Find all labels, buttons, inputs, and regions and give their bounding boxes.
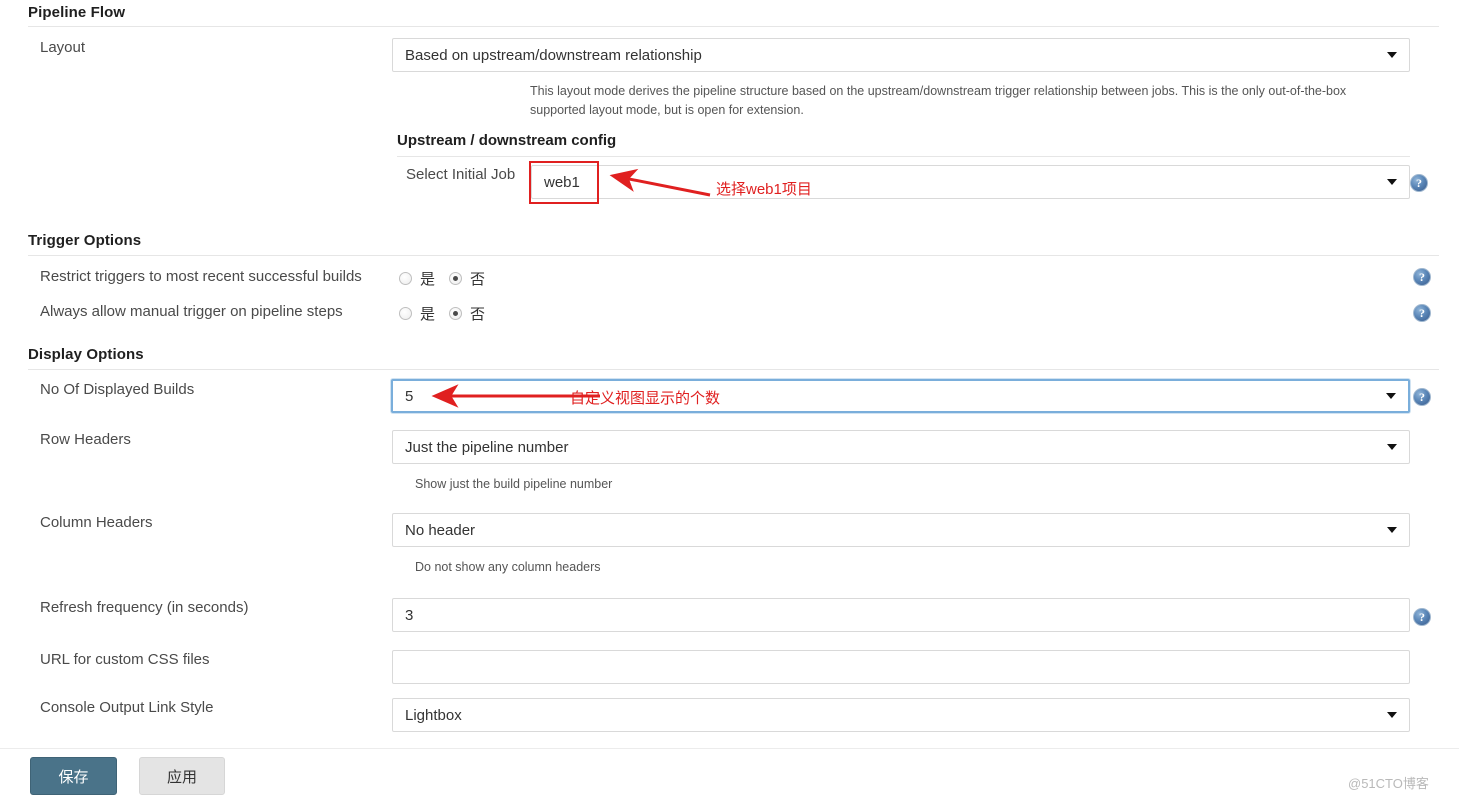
no-of-displayed-builds-value: 5 (405, 387, 414, 405)
chevron-down-icon (1387, 444, 1397, 450)
console-output-link-style-select[interactable]: Lightbox (392, 698, 1410, 732)
no-of-displayed-builds-select[interactable]: 5 (391, 379, 1410, 413)
layout-select-value: Based on upstream/downstream relationshi… (405, 46, 702, 64)
save-button[interactable]: 保存 (30, 757, 117, 795)
section-heading-pipeline-flow: Pipeline Flow (28, 4, 126, 21)
column-headers-select[interactable]: No header (392, 513, 1410, 547)
label-column-headers: Column Headers (40, 514, 153, 531)
row-headers-select[interactable]: Just the pipeline number (392, 430, 1410, 464)
divider-pipeline-flow (28, 26, 1439, 27)
radio-restrict-triggers-yes[interactable] (399, 272, 412, 285)
label-restrict-triggers: Restrict triggers to most recent success… (40, 268, 362, 285)
chevron-down-icon (1387, 527, 1397, 533)
row-headers-hint: Show just the build pipeline number (415, 477, 613, 491)
console-output-link-style-value: Lightbox (405, 706, 462, 724)
section-heading-trigger-options: Trigger Options (28, 232, 142, 249)
radio-label-restrict-triggers-yes: 是 (420, 271, 436, 288)
radio-label-restrict-triggers-no: 否 (470, 271, 486, 288)
radio-group-always-allow-manual[interactable]: 是 否 (399, 303, 485, 324)
radio-restrict-triggers-no[interactable] (449, 272, 463, 285)
column-headers-hint: Do not show any column headers (415, 560, 601, 574)
chevron-down-icon (1387, 179, 1397, 185)
refresh-frequency-input[interactable]: 3 (392, 598, 1410, 632)
layout-hint: This layout mode derives the pipeline st… (530, 84, 1350, 117)
label-select-initial-job: Select Initial Job (406, 166, 516, 183)
radio-label-always-allow-manual-yes: 是 (420, 306, 436, 323)
help-icon-always-allow-manual[interactable]: ? (1413, 304, 1431, 322)
select-initial-job-select[interactable]: web1 (531, 165, 1410, 199)
column-headers-value: No header (405, 521, 476, 539)
upstream-downstream-config-heading: Upstream / downstream config (397, 132, 617, 149)
divider-display-options (28, 369, 1439, 370)
radio-always-allow-manual-no[interactable] (449, 307, 463, 320)
chevron-down-icon (1387, 712, 1397, 718)
help-icon-refresh-frequency[interactable]: ? (1413, 608, 1431, 626)
divider-upstream-config (397, 156, 1410, 157)
label-row-headers: Row Headers (40, 431, 131, 448)
row-headers-value: Just the pipeline number (405, 438, 569, 456)
select-initial-job-value: web1 (544, 173, 580, 191)
refresh-frequency-value: 3 (405, 606, 414, 624)
layout-select[interactable]: Based on upstream/downstream relationshi… (392, 38, 1410, 72)
radio-group-restrict-triggers[interactable]: 是 否 (399, 268, 485, 289)
annotation-text-displayed-builds: 自定义视图显示的个数 (570, 390, 721, 407)
help-icon-select-initial-job[interactable]: ? (1410, 174, 1428, 192)
custom-css-url-input[interactable] (392, 650, 1410, 684)
label-custom-css-url: URL for custom CSS files (40, 651, 210, 668)
annotation-text-select-initial-job: 选择web1项目 (716, 181, 812, 198)
label-refresh-frequency: Refresh frequency (in seconds) (40, 599, 249, 616)
apply-button[interactable]: 应用 (139, 757, 225, 795)
section-heading-display-options: Display Options (28, 346, 144, 363)
chevron-down-icon (1386, 393, 1396, 399)
radio-always-allow-manual-yes[interactable] (399, 307, 412, 320)
help-icon-restrict-triggers[interactable]: ? (1413, 268, 1431, 286)
label-layout: Layout (40, 39, 86, 56)
help-icon-no-of-displayed-builds[interactable]: ? (1413, 388, 1431, 406)
label-no-of-displayed-builds: No Of Displayed Builds (40, 381, 195, 398)
divider-trigger-options (28, 255, 1439, 256)
label-console-output-link-style: Console Output Link Style (40, 699, 214, 716)
pipeline-view-config-page: Pipeline Flow Layout Based on upstream/d… (0, 0, 1459, 806)
divider-footer (0, 748, 1459, 749)
watermark: @51CTO博客 (1348, 776, 1429, 791)
chevron-down-icon (1387, 52, 1397, 58)
radio-label-always-allow-manual-no: 否 (470, 306, 486, 323)
label-always-allow-manual: Always allow manual trigger on pipeline … (40, 303, 343, 320)
